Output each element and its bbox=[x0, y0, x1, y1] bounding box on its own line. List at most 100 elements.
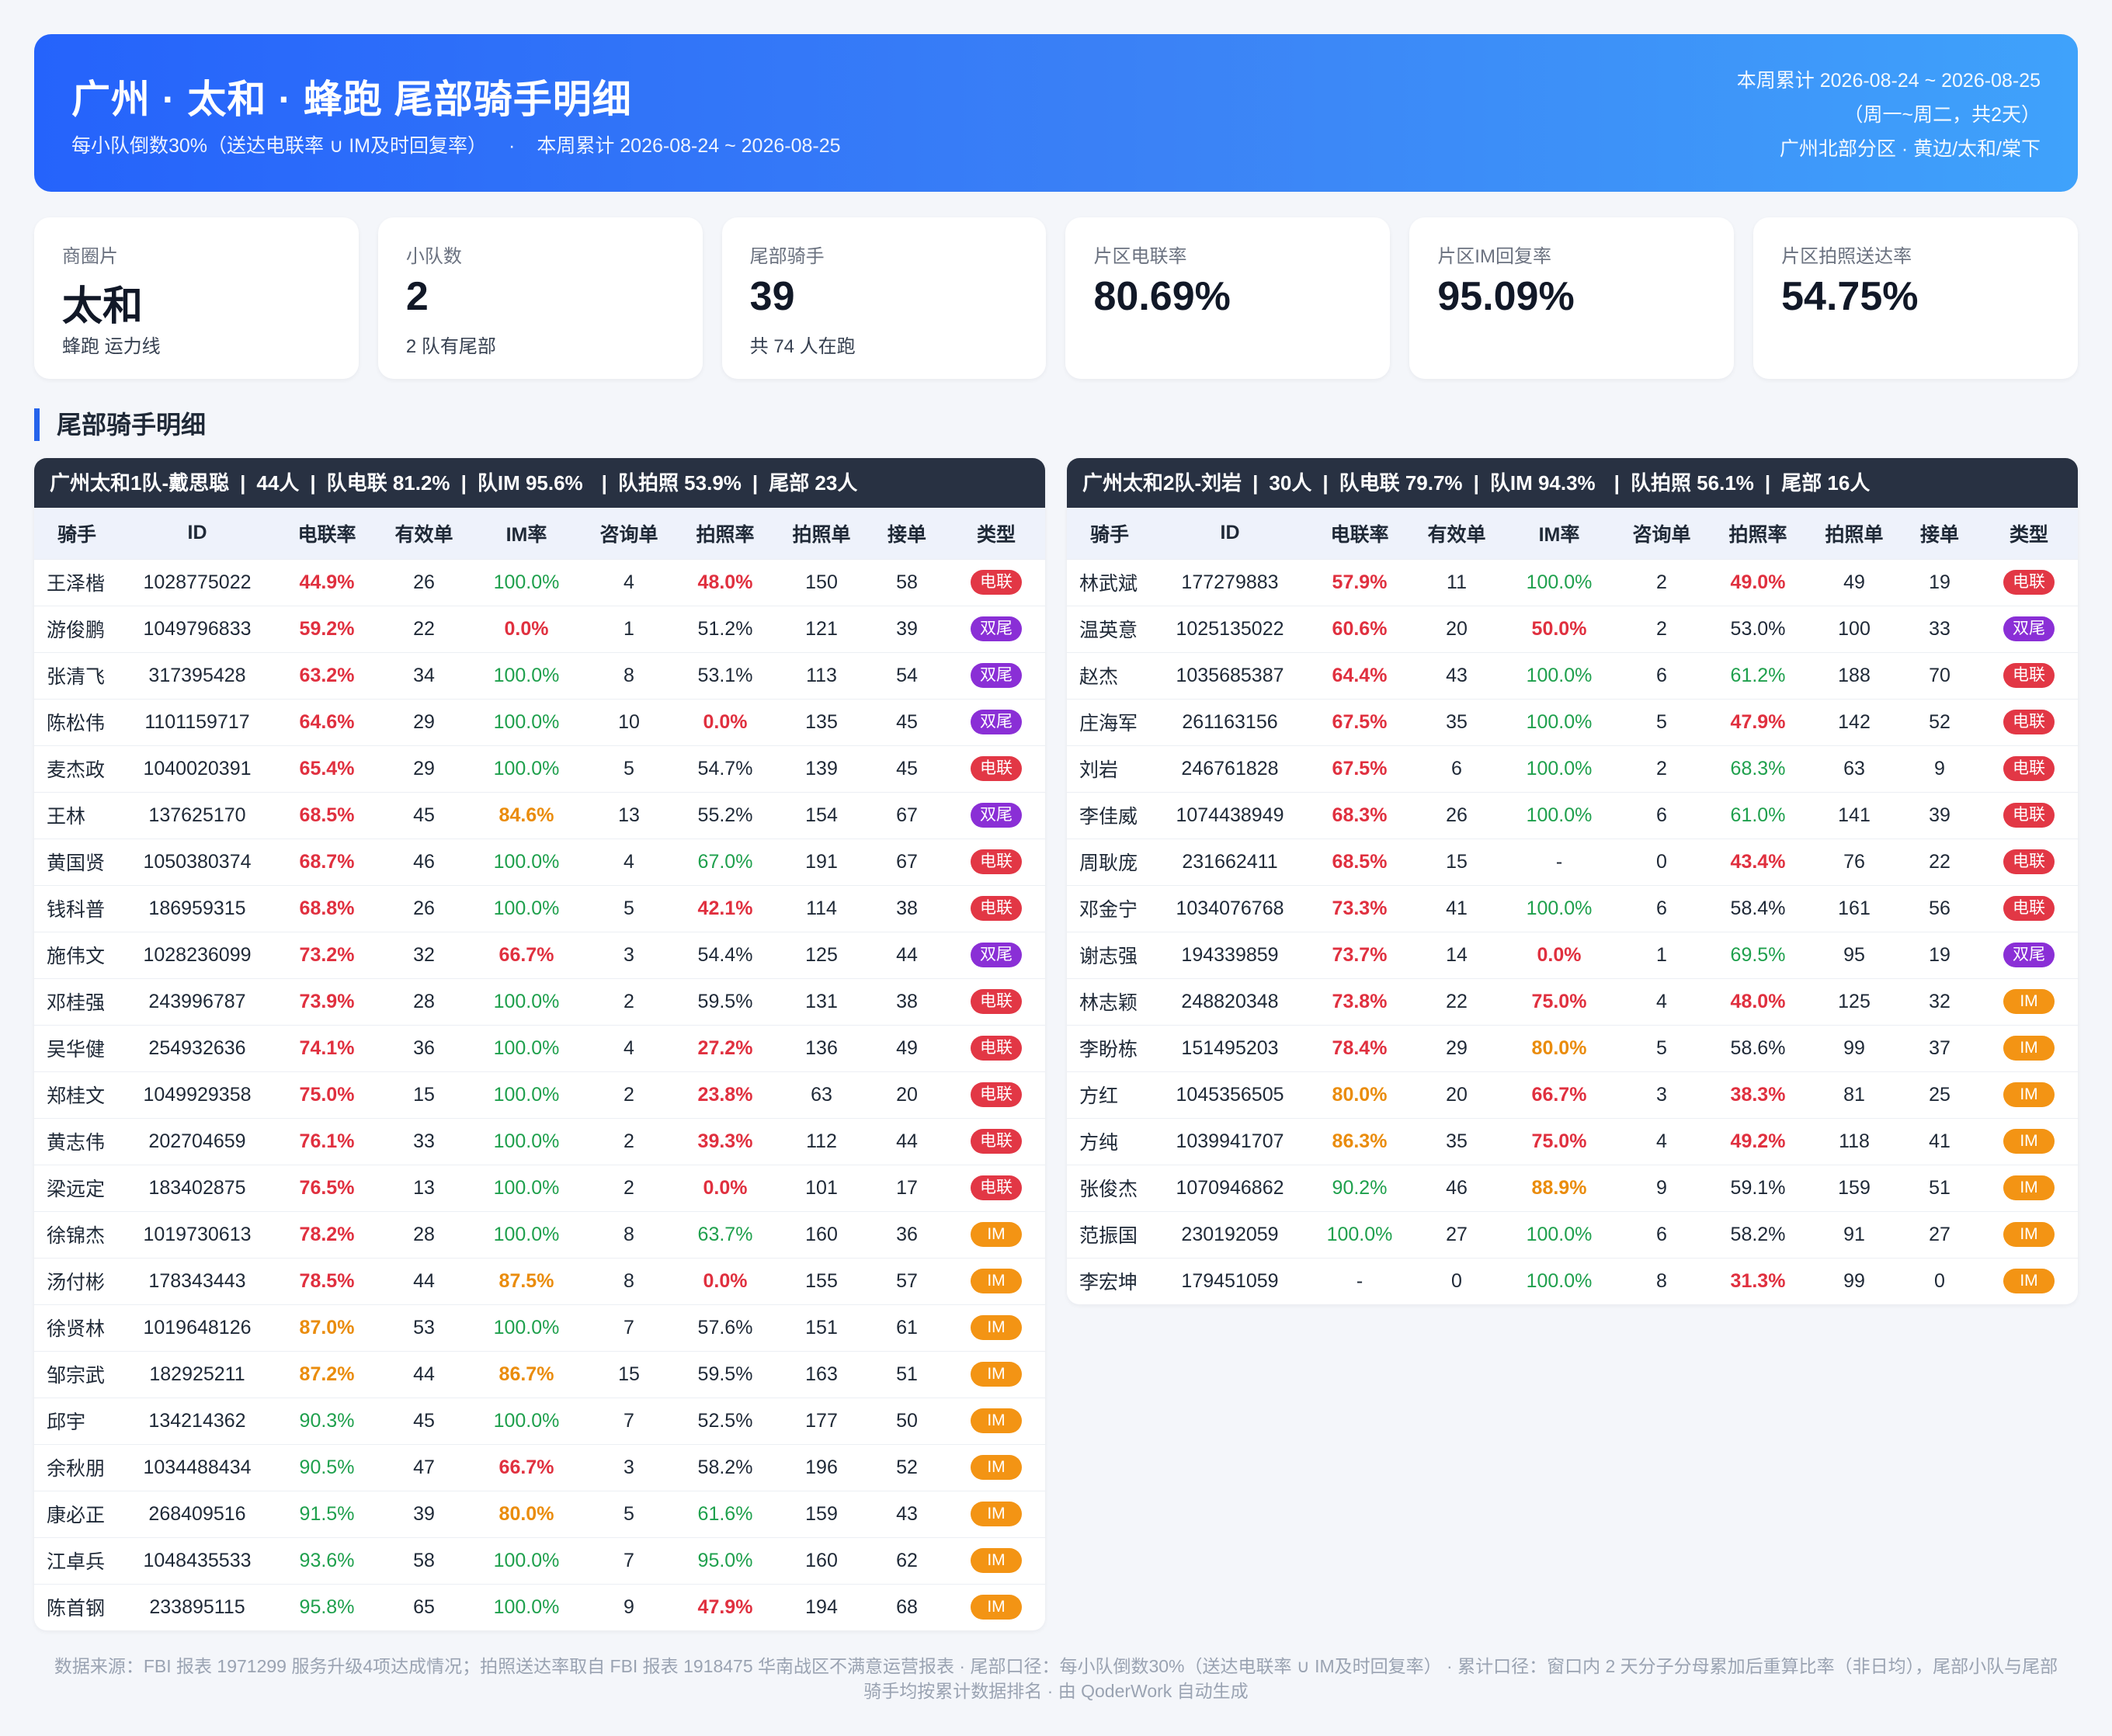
tail-type-cell: IM bbox=[947, 1211, 1045, 1258]
tail-type-badge: 电联 bbox=[2003, 756, 2055, 781]
tail-type-badge: IM bbox=[2003, 1036, 2055, 1061]
tail-type-badge: 双尾 bbox=[971, 663, 1022, 688]
consult-orders-cell: 1 bbox=[1656, 943, 1667, 966]
consult-orders-cell: 2 bbox=[1656, 617, 1667, 640]
rider-id-cell: 179451059 bbox=[1181, 1269, 1279, 1292]
rider-id-cell: 178343443 bbox=[148, 1269, 246, 1292]
valid-orders-cell: 35 bbox=[1446, 1130, 1468, 1152]
im-rate-cell: 86.7% bbox=[498, 1363, 554, 1385]
im-rate-cell: - bbox=[1555, 850, 1563, 873]
call-rate-cell: 91.5% bbox=[299, 1502, 355, 1525]
im-rate-cell: 75.0% bbox=[1531, 1130, 1587, 1152]
rider-id-cell: 1019730613 bbox=[143, 1223, 252, 1245]
call-rate-cell: 57.9% bbox=[1332, 571, 1388, 593]
column-header-photo-rate: 拍照率 bbox=[696, 523, 755, 546]
tail-type-badge: IM bbox=[971, 1315, 1022, 1340]
tail-type-badge: 电联 bbox=[2003, 803, 2055, 828]
photo-rate-cell: 0.0% bbox=[703, 1269, 748, 1292]
tail-type-cell: IM bbox=[947, 1304, 1045, 1351]
rider-name-cell: 郑桂文 bbox=[47, 1085, 106, 1107]
rider-name-cell: 陈松伟 bbox=[47, 713, 106, 734]
im-rate-cell: 100.0% bbox=[493, 897, 560, 919]
tail-type-cell: 电联 bbox=[947, 1071, 1045, 1118]
table-row: 吴华健 254932636 74.1% 36 100.0% 4 27.2% 136 49 电联 bbox=[34, 1025, 1045, 1071]
subtitle-range: 本周累计 2026-08-24 ~ 2026-08-25 bbox=[537, 135, 841, 157]
table-row: 邓金宁 1034076768 73.3% 41 100.0% 6 58.4% 161 56 电联 bbox=[1067, 885, 2078, 932]
header-region: 广州北部分区 · 黄边/太和/棠下 bbox=[1779, 138, 2041, 160]
rider-id-cell: 1034076768 bbox=[1176, 897, 1284, 919]
call-rate-cell: 80.0% bbox=[1332, 1083, 1388, 1106]
rider-name-cell: 徐锦杰 bbox=[47, 1225, 106, 1247]
rider-name-cell: 邹宗武 bbox=[47, 1365, 106, 1387]
tail-type-cell: 电联 bbox=[1980, 745, 2078, 792]
im-rate-cell: 100.0% bbox=[1526, 571, 1593, 593]
table-header-row: 骑手 ID 电联率 有效单 IM率 咨询单 拍照率 拍照单 接单 类型 bbox=[1067, 508, 2078, 559]
stat-cards: 商圈片 太和 蜂跑 运力线 小队数 2 2 队有尾部 尾部骑手 39 共 74 … bbox=[34, 217, 2078, 379]
tail-type-badge: 电联 bbox=[971, 896, 1022, 921]
column-header-accepted-orders: 接单 bbox=[887, 523, 926, 546]
table-row: 钱科普 186959315 68.8% 26 100.0% 5 42.1% 114 38 电联 bbox=[34, 885, 1045, 932]
photo-orders-cell: 112 bbox=[806, 1130, 837, 1152]
photo-orders-cell: 113 bbox=[806, 664, 837, 686]
photo-rate-cell: 49.0% bbox=[1730, 571, 1786, 593]
im-rate-cell: 100.0% bbox=[493, 1083, 560, 1106]
table-row: 黄国贤 1050380374 68.7% 46 100.0% 4 67.0% 191 67 电联 bbox=[34, 838, 1045, 885]
table-row: 李盼栋 151495203 78.4% 29 80.0% 5 58.6% 99 37 IM bbox=[1067, 1025, 2078, 1071]
photo-orders-cell: 154 bbox=[805, 804, 838, 826]
tail-type-cell: IM bbox=[947, 1258, 1045, 1304]
consult-orders-cell: 7 bbox=[624, 1409, 634, 1432]
table-row: 梁远定 183402875 76.5% 13 100.0% 2 0.0% 101 17 电联 bbox=[34, 1165, 1045, 1211]
photo-rate-cell: 52.5% bbox=[697, 1409, 753, 1432]
im-rate-cell: 66.7% bbox=[498, 1456, 554, 1478]
stat-label: 片区拍照送达率 bbox=[1781, 246, 1912, 267]
call-rate-cell: 68.5% bbox=[299, 804, 355, 826]
column-header-photo-rate: 拍照率 bbox=[1728, 523, 1787, 546]
photo-orders-cell: 136 bbox=[805, 1036, 838, 1059]
rider-name-cell: 张俊杰 bbox=[1079, 1179, 1138, 1200]
call-rate-cell: - bbox=[1356, 1269, 1363, 1292]
call-rate-cell: 87.2% bbox=[299, 1363, 355, 1385]
photo-rate-cell: 53.0% bbox=[1730, 617, 1786, 640]
photo-orders-cell: 177 bbox=[805, 1409, 838, 1432]
table-row: 黄志伟 202704659 76.1% 33 100.0% 2 39.3% 112 44 电联 bbox=[34, 1118, 1045, 1165]
bar-separator: | bbox=[460, 471, 467, 495]
stat-label: 尾部骑手 bbox=[749, 246, 825, 267]
photo-rate-cell: 23.8% bbox=[697, 1083, 753, 1106]
photo-orders-cell: 159 bbox=[805, 1502, 838, 1525]
rider-id-cell: 177279883 bbox=[1181, 571, 1279, 593]
rider-id-cell: 1101159717 bbox=[144, 710, 250, 733]
valid-orders-cell: 26 bbox=[413, 571, 435, 593]
photo-orders-cell: 121 bbox=[805, 617, 838, 640]
bar-separator: | bbox=[752, 471, 759, 495]
rider-name-cell: 林志颖 bbox=[1079, 992, 1138, 1014]
tail-type-badge: 电联 bbox=[971, 756, 1022, 781]
tail-type-badge: IM bbox=[971, 1222, 1022, 1247]
rider-name-cell: 邱宇 bbox=[47, 1411, 86, 1433]
table-row: 徐锦杰 1019730613 78.2% 28 100.0% 8 63.7% 160 36 IM bbox=[34, 1211, 1045, 1258]
stat-label: 片区电联率 bbox=[1093, 246, 1187, 267]
consult-orders-cell: 3 bbox=[624, 943, 634, 966]
tail-type-cell: IM bbox=[1980, 1118, 2078, 1165]
tail-type-badge: 电联 bbox=[2003, 896, 2055, 921]
rider-name-cell: 谢志强 bbox=[1079, 946, 1138, 967]
column-header-photo-orders: 拍照单 bbox=[1825, 523, 1884, 546]
consult-orders-cell: 8 bbox=[624, 1223, 634, 1245]
rider-id-cell: 1040020391 bbox=[143, 757, 252, 779]
consult-orders-cell: 1 bbox=[624, 617, 634, 640]
im-rate-cell: 84.6% bbox=[498, 804, 554, 826]
tail-type-cell: IM bbox=[1980, 1025, 2078, 1071]
tail-type-badge: 电联 bbox=[971, 1129, 1022, 1154]
valid-orders-cell: 15 bbox=[413, 1083, 435, 1106]
stat-value: 95.09% bbox=[1437, 274, 1575, 319]
consult-orders-cell: 4 bbox=[1656, 990, 1667, 1012]
tail-type-cell: 双尾 bbox=[1980, 606, 2078, 652]
tail-type-cell: IM bbox=[1980, 978, 2078, 1025]
tail-type-badge: IM bbox=[971, 1595, 1022, 1620]
call-rate-cell: 60.6% bbox=[1332, 617, 1388, 640]
rider-id-cell: 182925211 bbox=[149, 1363, 245, 1385]
accepted-orders-cell: 27 bbox=[1929, 1223, 1950, 1245]
stat-value: 2 bbox=[405, 274, 429, 319]
consult-orders-cell: 8 bbox=[624, 1269, 634, 1292]
table-row: 林武斌 177279883 57.9% 11 100.0% 2 49.0% 49 19 电联 bbox=[1067, 559, 2078, 606]
photo-rate-cell: 42.1% bbox=[697, 897, 753, 919]
